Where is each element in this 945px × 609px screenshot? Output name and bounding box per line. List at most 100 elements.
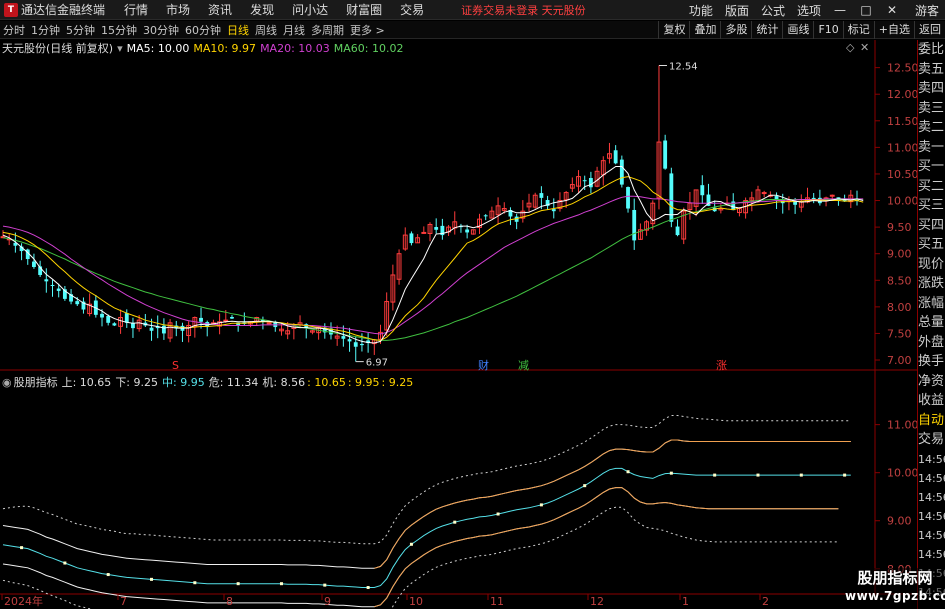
candle-body-down xyxy=(32,261,36,267)
candle-body-down xyxy=(161,325,166,334)
quote-sidebar: 委比 卖五 卖四 卖三 卖二 卖一 买一 买二 买三 买四 买五 现价 涨跌 涨… xyxy=(917,40,945,609)
side-commission-ratio[interactable]: 委比 xyxy=(918,40,945,60)
high-marker-label: 12.54 xyxy=(669,62,698,73)
mid-dot xyxy=(279,582,283,586)
indicator-line-1 xyxy=(2,439,851,569)
y-tick-label: 9.00 xyxy=(887,248,912,261)
side-auto[interactable]: 自动 xyxy=(918,411,945,431)
mid-dot xyxy=(366,586,370,590)
kline-chart[interactable]: 12.54 6.97 S 财 减 涨 7.00 7.50 8.00 8.50 9.00 9.50 10… xyxy=(0,0,945,609)
candle-body-down xyxy=(700,185,705,196)
candle-body-down xyxy=(112,323,117,326)
candle-body-down xyxy=(199,317,203,322)
indicator-v3: : 9.25 xyxy=(381,375,414,389)
side-earnings[interactable]: 收益 xyxy=(918,391,945,411)
candle-body-down xyxy=(663,140,668,169)
side-sell2[interactable]: 卖二 xyxy=(918,118,945,138)
x-tick-label: 8 xyxy=(226,595,233,608)
side-price[interactable]: 现价 xyxy=(918,255,945,275)
watermark-url: www.7gpzb.com xyxy=(845,589,945,603)
side-time-2: 14:56 xyxy=(918,471,945,485)
side-sell4[interactable]: 卖四 xyxy=(918,79,945,99)
event-marker-s: S xyxy=(172,359,179,372)
ind-y-tick-label: 11.00 xyxy=(887,419,919,432)
ma5-value: MA5: 10.00 xyxy=(126,41,190,55)
candle-body-down xyxy=(409,233,414,244)
side-buy3[interactable]: 买三 xyxy=(918,196,945,216)
x-tick-label: 9 xyxy=(324,595,331,608)
side-buy5[interactable]: 买五 xyxy=(918,235,945,255)
mid-dot xyxy=(63,561,67,565)
ma20-value: MA20: 10.03 xyxy=(260,41,330,55)
y-tick-label: 8.50 xyxy=(887,274,912,287)
y-tick-label: 12.50 xyxy=(887,62,919,75)
candle-body-down xyxy=(582,180,587,182)
mid-dot xyxy=(409,542,413,546)
indicator-info-bar: ◉ 股朋指标 上: 10.65 下: 9.25 中: 9.95 危: 11.34… xyxy=(0,374,413,390)
side-change[interactable]: 涨跌 xyxy=(918,274,945,294)
side-outer-volume[interactable]: 外盘 xyxy=(918,333,945,353)
side-time-3: 14:56 xyxy=(918,490,945,504)
candle-body-down xyxy=(632,209,637,241)
mid-dot xyxy=(453,520,457,524)
candle-body-up xyxy=(223,319,229,322)
side-sell5[interactable]: 卖五 xyxy=(918,60,945,80)
settings-diamond-icon[interactable]: ◇ xyxy=(846,41,854,54)
candle-body-down xyxy=(230,316,234,319)
candle-body-up xyxy=(761,192,767,195)
side-time-6: 14:56 xyxy=(918,547,945,561)
side-turnover[interactable]: 换手 xyxy=(918,352,945,372)
indicator-opportunity: 机: 8.56 xyxy=(262,376,306,389)
low-marker-label: 6.97 xyxy=(366,358,388,369)
side-change-pct[interactable]: 涨幅 xyxy=(918,294,945,314)
side-net-assets[interactable]: 净资 xyxy=(918,372,945,392)
side-sell3[interactable]: 卖三 xyxy=(918,99,945,119)
candle-body-up xyxy=(829,194,835,197)
upper-band-accent xyxy=(374,439,851,569)
ind-y-tick-label: 9.00 xyxy=(887,515,912,528)
candle-body-down xyxy=(360,343,364,346)
window-close-icon[interactable]: ✕ xyxy=(860,41,869,54)
main-info-bar: 天元股份(日线 前复权) ▾ MA5: 10.00 MA10: 9.97 MA2… xyxy=(0,40,404,56)
y-tick-label: 11.00 xyxy=(887,141,919,154)
side-trade[interactable]: 交易 xyxy=(918,430,945,450)
candle-body-up xyxy=(266,322,272,325)
indicator-line-0 xyxy=(2,415,851,545)
side-sell1[interactable]: 卖一 xyxy=(918,138,945,158)
x-tick-label: 7 xyxy=(120,595,127,608)
mid-dot xyxy=(756,473,760,477)
indicator-right-label: 8.55 xyxy=(855,0,877,3)
candle-body-down xyxy=(341,336,346,339)
event-marker-jian: 减 xyxy=(518,359,529,372)
candle-body-down xyxy=(465,229,470,233)
candle-body-up xyxy=(421,231,427,234)
collapse-icon[interactable]: ▾ xyxy=(117,42,123,55)
indicator-collapse-icon[interactable]: ◉ xyxy=(2,376,12,389)
indicator-line-2 xyxy=(2,467,851,588)
x-tick-label: 11 xyxy=(490,595,504,608)
ind-y-tick-label: 10.00 xyxy=(887,467,919,480)
mid-dot xyxy=(106,573,110,577)
x-tick-label: 2024年 xyxy=(4,594,43,608)
mid-dot xyxy=(150,577,154,581)
watermark-title: 股朋指标网 xyxy=(857,569,933,587)
side-buy4[interactable]: 买四 xyxy=(918,216,945,236)
candle-body-down xyxy=(613,150,618,164)
mid-dot xyxy=(799,473,803,477)
mid-dot xyxy=(669,471,673,475)
indicator-name: 股朋指标 xyxy=(13,376,58,389)
side-buy1[interactable]: 买一 xyxy=(918,157,945,177)
ma5-line xyxy=(2,166,864,344)
mid-dot xyxy=(713,473,717,477)
side-volume[interactable]: 总量 xyxy=(918,313,945,333)
ma10-value: MA10: 9.97 xyxy=(193,41,257,55)
mid-dot xyxy=(193,581,197,585)
y-tick-label: 7.00 xyxy=(887,354,912,367)
x-tick-label: 2 xyxy=(762,595,769,608)
y-tick-label: 10.00 xyxy=(887,195,919,208)
candle-body-down xyxy=(75,301,80,305)
candle-body-down xyxy=(774,196,779,200)
y-tick-label: 9.50 xyxy=(887,221,912,234)
indicator-v2: : 9.95 xyxy=(347,375,380,389)
side-buy2[interactable]: 买二 xyxy=(918,177,945,197)
